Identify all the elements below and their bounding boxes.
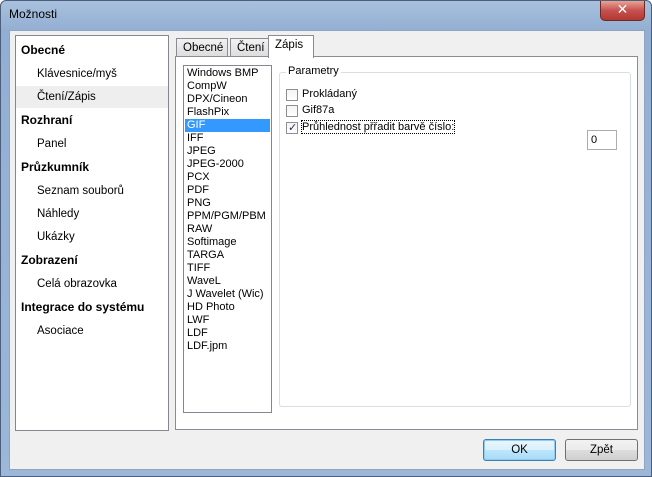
format-item[interactable]: LWF [185,314,270,327]
category-tree[interactable]: Obecné Klávesnice/myš Čtení/Zápis Rozhraní P… [15,35,169,431]
nav-category-9[interactable]: Zobrazení [21,253,78,267]
parameters-group: Parametry Prokládaný Gif87a ✓ Průhlednos… [279,65,631,407]
title-bar[interactable]: Možnosti ✕ [1,1,651,29]
gif87a-checkbox[interactable] [286,105,298,117]
interlaced-checkbox[interactable] [286,89,298,101]
format-item[interactable]: J Wavelet (Wic) [185,288,270,301]
format-item[interactable]: PPM/PGM/PBM [185,210,270,223]
nav-item-10[interactable]: Celá obrazovka [16,273,168,295]
tab-panel-zapis: Windows BMP CompW DPX/Cineon FlashPix GIF IFF… [175,56,638,430]
color-number-input[interactable]: 0 [587,130,617,150]
format-item[interactable]: Windows BMP [185,67,270,80]
format-item[interactable]: FlashPix [185,106,270,119]
check-icon: ✓ [288,121,298,134]
nav-category-0[interactable]: Obecné [21,43,65,57]
nav-item-2[interactable]: Čtení/Zápis [16,86,168,108]
format-item[interactable]: LDF.jpm [185,340,270,353]
format-item[interactable]: HD Photo [185,301,270,314]
close-button[interactable]: ✕ [600,1,645,21]
close-icon: ✕ [616,2,629,18]
transparency-checkbox[interactable]: ✓ [286,121,298,134]
format-item[interactable]: WaveL [185,275,270,288]
format-item[interactable]: PDF [185,184,270,197]
parameters-legend: Parametry [286,65,341,77]
nav-item-4[interactable]: Panel [16,133,168,155]
window-title: Možnosti [9,7,58,21]
nav-item-7[interactable]: Náhledy [16,203,168,225]
format-list[interactable]: Windows BMP CompW DPX/Cineon FlashPix GIF IFF… [183,65,272,413]
format-item[interactable]: Softimage [185,236,270,249]
tab-1[interactable]: Čtení [230,38,270,57]
interlaced-label: Prokládaný [302,88,358,100]
format-item[interactable]: PNG [185,197,270,210]
nav-item-1[interactable]: Klávesnice/myš [16,63,168,85]
gif87a-label: Gif87a [302,104,335,116]
ok-button[interactable]: OK [483,439,556,461]
back-button[interactable]: Zpět [565,439,638,461]
format-item[interactable]: JPEG [185,145,270,158]
format-item[interactable]: DPX/Cineon [185,93,270,106]
tab-2[interactable]: Zápis [268,35,314,58]
nav-category-11[interactable]: Integrace do systému [21,300,144,314]
nav-item-6[interactable]: Seznam souborů [16,180,168,202]
format-item[interactable]: RAW [185,223,270,236]
nav-item-12[interactable]: Asociace [16,320,168,342]
format-item[interactable]: IFF [185,132,270,145]
nav-category-5[interactable]: Průzkumník [21,160,89,174]
format-item[interactable]: PCX [185,171,270,184]
nav-item-8[interactable]: Ukázky [16,226,168,248]
tab-0[interactable]: Obecné [176,38,228,57]
options-window: Možnosti ✕ Obecné Klávesnice/myš Čtení/Záp… [0,0,652,477]
dialog-client-area: Obecné Klávesnice/myš Čtení/Zápis Rozhraní P… [9,30,645,470]
format-item[interactable]: TARGA [185,249,270,262]
format-item[interactable]: TIFF [185,262,270,275]
format-item[interactable]: CompW [185,80,270,93]
format-item[interactable]: JPEG-2000 [185,158,270,171]
nav-category-3[interactable]: Rozhraní [21,113,72,127]
transparency-label: Průhlednost přřadit barvě číslo: [300,120,456,134]
format-item[interactable]: LDF [185,327,270,340]
format-item[interactable]: GIF [185,119,270,132]
